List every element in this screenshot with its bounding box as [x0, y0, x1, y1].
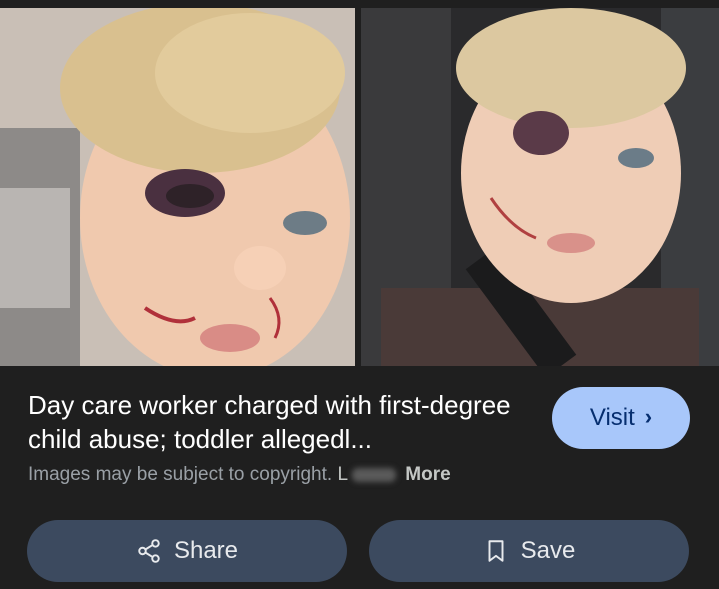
visit-button[interactable]: Visit ›	[552, 387, 690, 449]
learn-prefix: L	[337, 464, 349, 485]
chevron-right-icon: ›	[644, 404, 653, 429]
save-label: Save	[520, 537, 576, 564]
redacted-text	[352, 467, 397, 482]
toddler-photo-left	[0, 8, 355, 366]
share-label: Share	[173, 537, 239, 564]
image-preview-strip	[0, 0, 719, 366]
share-icon	[138, 539, 160, 563]
visit-label: Visit	[589, 404, 635, 431]
result-title[interactable]: Day care worker charged with first-degre…	[28, 388, 528, 456]
bookmark-icon	[488, 540, 504, 562]
preview-image-left[interactable]	[0, 8, 355, 366]
copyright-notice: Images may be subject to copyright. L Mo…	[28, 464, 451, 486]
save-button[interactable]: Save	[369, 520, 689, 582]
copyright-text: Images may be subject to copyright.	[28, 464, 333, 485]
preview-image-right[interactable]	[361, 8, 719, 366]
toddler-photo-right	[361, 8, 719, 366]
share-button[interactable]: Share	[27, 520, 347, 582]
learn-more-link[interactable]: L	[337, 464, 400, 485]
more-link[interactable]: More	[405, 464, 450, 485]
